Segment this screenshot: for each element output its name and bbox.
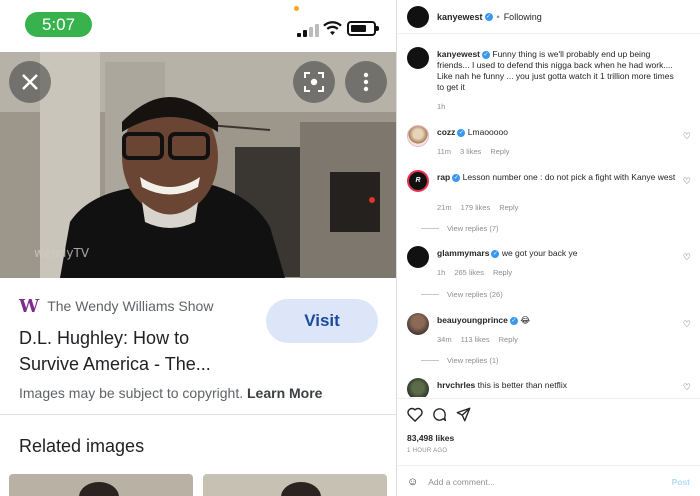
comment-username[interactable]: rap (437, 172, 450, 182)
post-button[interactable]: Post (672, 477, 690, 487)
reply-button[interactable]: Reply (499, 335, 518, 344)
view-replies-button[interactable]: View replies (1) (421, 356, 499, 365)
comment-text: Lmaooooo (467, 127, 508, 137)
verified-badge-icon: ✓ (457, 128, 466, 137)
result-title[interactable]: D.L. Hughley: How to Survive America - T… (19, 325, 259, 377)
close-button[interactable] (9, 61, 51, 103)
avatar[interactable] (407, 378, 429, 397)
avatar[interactable] (407, 5, 429, 28)
post-caption: kanyewest ✓ Funny thing is we'll probably… (407, 47, 691, 111)
source-logo-icon: W (19, 295, 40, 317)
wifi-icon (323, 21, 342, 36)
lens-icon (304, 72, 324, 92)
comment-likes[interactable]: 265 likes (454, 268, 484, 277)
more-vertical-icon (363, 72, 369, 92)
header-separator: • (496, 11, 500, 22)
verified-badge-icon: ✓ (484, 12, 493, 21)
following-button[interactable]: Following (504, 12, 542, 22)
emoji-icon[interactable]: ☺ (407, 476, 418, 488)
list-item: R rap ✓ Lesson number one : do not pick a… (407, 170, 691, 234)
view-replies-button[interactable]: View replies (7) (421, 224, 499, 233)
heart-icon[interactable]: ♡ (683, 176, 691, 187)
status-time: 5:07 (25, 12, 92, 37)
comment-username[interactable]: cozz (437, 127, 455, 137)
avatar[interactable] (407, 246, 429, 268)
result-title-line-2: Survive America - The... (19, 354, 211, 374)
post-author-username[interactable]: kanyewest (437, 12, 483, 22)
verified-badge-icon: ✓ (482, 50, 490, 59)
related-images-heading: Related images (19, 436, 145, 456)
comment-text: 😂 (520, 315, 531, 325)
lens-search-button[interactable] (293, 61, 335, 103)
instagram-post-panel: kanyewest ✓ • Following kanyewest ✓ Funny… (398, 0, 700, 496)
comment-likes[interactable]: 3 likes (460, 147, 481, 156)
caption-username[interactable]: kanyewest (437, 49, 480, 59)
phone-screenshot: 5:07 wendyTV W The Wendy Williams Show D… (0, 0, 397, 496)
source-name: The Wendy Williams Show (47, 298, 214, 314)
like-icon[interactable] (407, 407, 423, 422)
comment-likes[interactable]: 179 likes (461, 203, 491, 212)
list-item: cozz ✓ Lmaooooo 11m 3 likes Reply ♡ (407, 125, 691, 161)
post-actions: 83,498 likes 1 HOUR AGO ☺ Add a comment.… (398, 398, 700, 496)
copyright-text: Images may be subject to copyright. (19, 385, 244, 401)
comment-text: Lesson number one : do not pick a fight … (462, 172, 676, 182)
reply-button[interactable]: Reply (493, 268, 512, 277)
avatar[interactable]: R (407, 170, 429, 192)
reply-button[interactable]: Reply (499, 203, 518, 212)
more-options-button[interactable] (345, 61, 387, 103)
likes-count[interactable]: 83,498 likes (407, 433, 454, 443)
avatar[interactable] (407, 47, 429, 69)
post-timestamp: 1 HOUR AGO (407, 448, 448, 454)
result-title-line-1: D.L. Hughley: How to (19, 328, 190, 348)
comment-icon[interactable] (432, 407, 447, 422)
copyright-notice: Images may be subject to copyright. Lear… (19, 385, 322, 401)
comment-text: this is better than netflix (477, 380, 567, 390)
comment-text: we got your back ye (501, 248, 578, 258)
avatar[interactable] (407, 313, 429, 335)
result-source[interactable]: W The Wendy Williams Show (19, 295, 249, 317)
heart-icon[interactable]: ♡ (683, 252, 691, 263)
verified-badge-icon: ✓ (509, 316, 518, 325)
comment-username[interactable]: beauyoungprince (437, 315, 508, 325)
related-image-thumbnail[interactable] (203, 474, 387, 496)
reply-button[interactable]: Reply (490, 147, 509, 156)
comment-time: 11m (437, 147, 452, 156)
comment-username[interactable]: glammymars (437, 248, 489, 258)
comment-username[interactable]: hrvchrles (437, 380, 475, 390)
avatar[interactable] (407, 125, 429, 147)
caption-time: 1h (437, 102, 446, 111)
list-item: glammymars ✓ we got your back ye 1h 265 li… (407, 246, 691, 310)
heart-icon[interactable]: ♡ (683, 382, 691, 393)
comment-time: 1h (437, 268, 446, 277)
list-item: beauyoungprince ✓ 😂 34m 113 likes Reply ♡ V… (407, 313, 691, 377)
cell-signal-icon (297, 23, 319, 37)
status-bar: 5:07 (0, 0, 396, 50)
add-comment-bar: ☺ Add a comment... Post (398, 465, 700, 496)
post-header: kanyewest ✓ • Following (398, 0, 700, 34)
divider (0, 414, 396, 415)
comment-likes[interactable]: 113 likes (461, 335, 490, 344)
result-image[interactable]: wendyTV (0, 52, 396, 278)
learn-more-link[interactable]: Learn More (247, 385, 322, 401)
heart-icon[interactable]: ♡ (683, 131, 691, 142)
verified-badge-icon: ✓ (452, 173, 461, 182)
comment-time: 21m (437, 203, 452, 212)
battery-icon (347, 21, 379, 36)
related-image-thumbnail[interactable] (9, 474, 193, 496)
view-replies-button[interactable]: View replies (26) (421, 290, 503, 299)
heart-icon[interactable]: ♡ (683, 319, 691, 330)
image-watermark: wendyTV (34, 246, 90, 260)
list-item: hrvchrles this is better than netflix ♡ (407, 378, 691, 397)
comment-input[interactable]: Add a comment... (428, 477, 671, 487)
visit-button[interactable]: Visit (266, 299, 378, 343)
share-icon[interactable] (456, 407, 471, 422)
verified-badge-icon: ✓ (491, 249, 500, 258)
comments-list[interactable]: kanyewest ✓ Funny thing is we'll probably… (398, 35, 700, 397)
close-icon (22, 74, 38, 90)
comment-time: 34m (437, 335, 452, 344)
camera-indicator-icon (294, 6, 299, 11)
